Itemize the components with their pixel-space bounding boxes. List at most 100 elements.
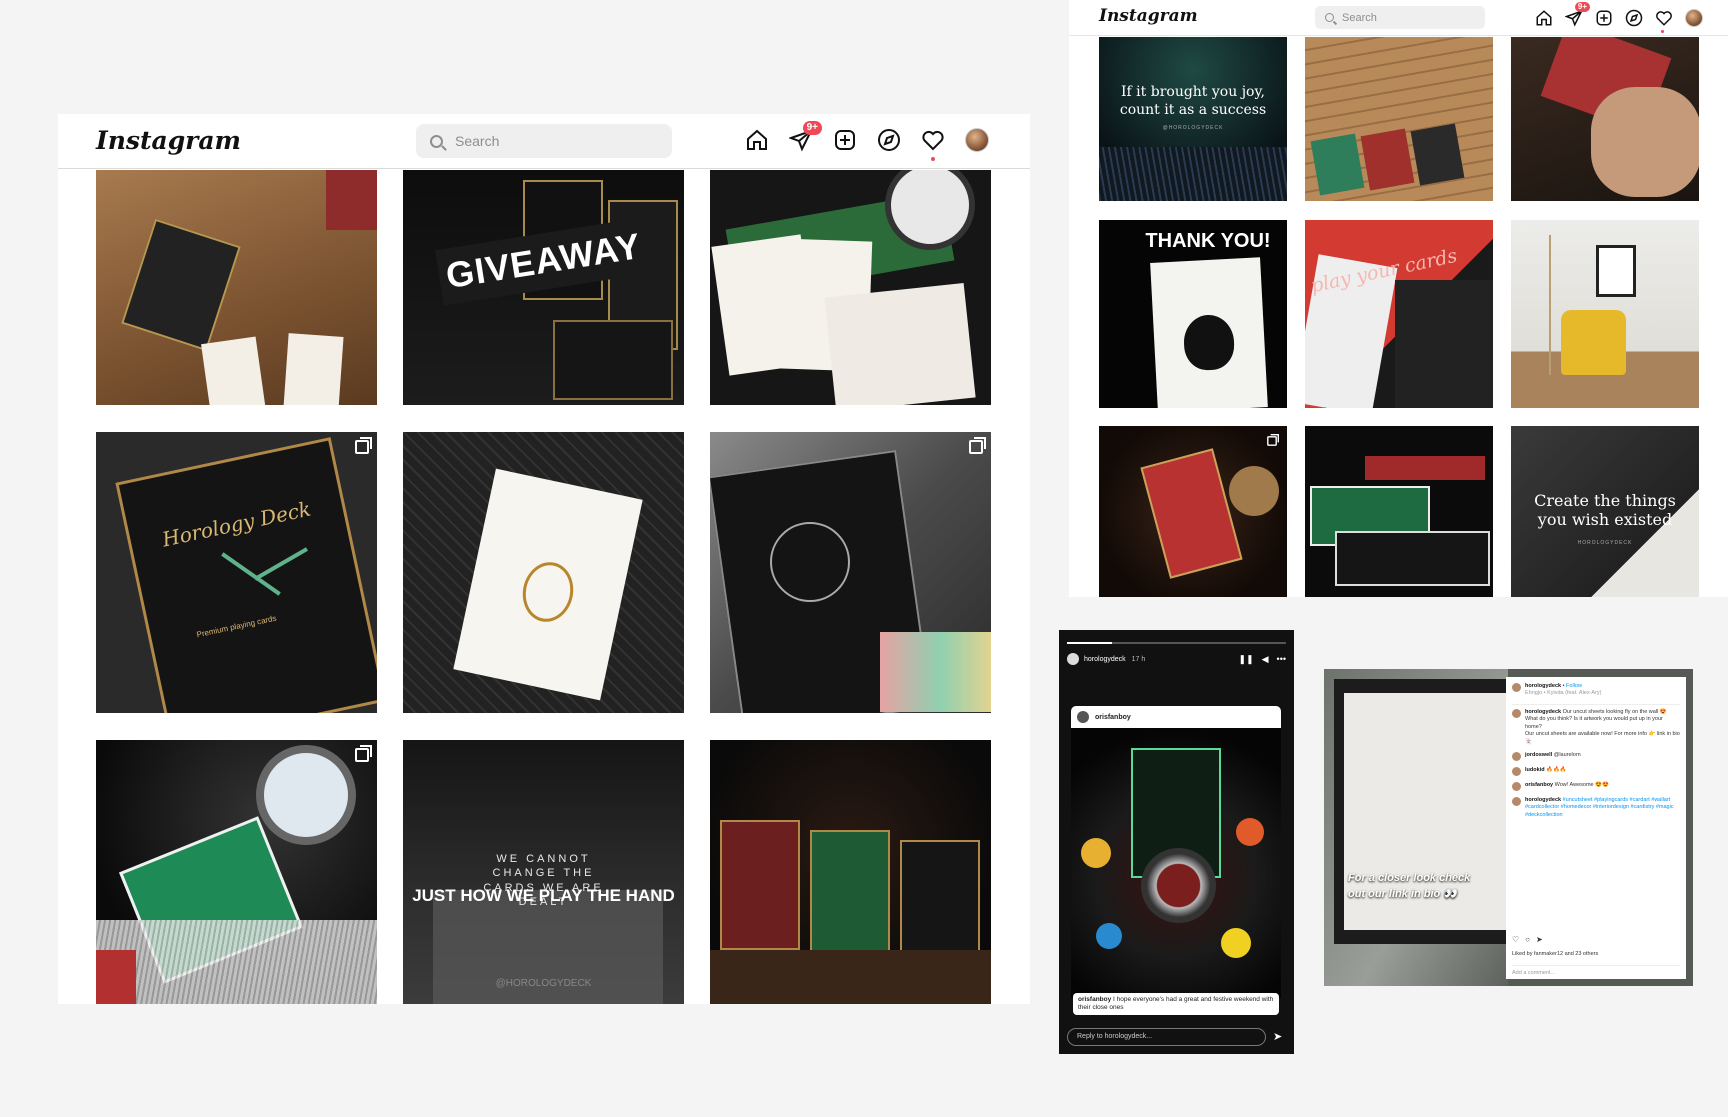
cta-line-2: out our link in bio 👀 [1348,887,1458,900]
post-comments-panel: horologydeck • Follow Ehngjo • Kyivda (f… [1506,677,1686,979]
carousel-icon [355,437,372,454]
post-actions: ♡ ○ ➤ [1512,935,1543,944]
instagram-logo[interactable]: Instagram [96,126,241,155]
framed-uncut-sheet [1334,679,1534,944]
grid-post-9[interactable] [710,740,991,1004]
avatar [1684,8,1703,27]
grid-post-5[interactable] [403,432,684,713]
mute-icon[interactable]: ◀ [1262,654,1269,665]
grid-post-s8[interactable] [1305,426,1493,597]
grid-post-s6[interactable] [1511,220,1699,408]
home-icon[interactable] [1533,7,1554,28]
shared-post-image[interactable] [1071,728,1281,998]
quote-handle: @HOROLOGYDECK [495,978,592,989]
grid-post-7[interactable] [96,740,377,1004]
top-nav-bar: Instagram Search 9+ [58,114,1030,169]
quote-line-2: JUST HOW WE PLAY THE HAND [412,886,675,905]
search-placeholder: Search [1342,11,1377,24]
share-icon[interactable]: ➤ [1536,935,1543,944]
avatar [1512,781,1521,791]
messages-badge: 9+ [802,121,822,135]
post-cta-text: For a closer look check out our link in … [1348,871,1470,903]
caption-author[interactable]: horologydeck [1525,709,1561,715]
search-placeholder: Search [455,133,500,149]
avatar [1512,751,1521,761]
search-input[interactable]: Search [416,124,672,158]
grid-post-3[interactable] [710,170,991,405]
explore-icon[interactable] [876,127,902,153]
post-detail-view: For a closer look check out our link in … [1324,669,1693,986]
joy-handle: @HOROLOGYDECK [1162,125,1224,131]
new-post-icon[interactable] [1593,7,1614,28]
grid-post-s3[interactable] [1511,37,1699,201]
post-caption-2: Our uncut sheets are available now! For … [1525,731,1680,745]
like-icon[interactable]: ♡ [1512,935,1519,944]
messages-icon[interactable]: 9+ [1563,2,1590,28]
comment-text: 🔥🔥🔥 [1546,766,1567,773]
comment-row: ludokid 🔥🔥🔥 [1512,766,1680,776]
liked-by[interactable]: Liked by fanmaker12 and 23 others [1512,951,1598,957]
grid-post-s2[interactable] [1305,37,1493,201]
avatar [1067,653,1079,665]
profile-avatar[interactable] [1683,7,1704,28]
top-nav-bar: Instagram Search 9+ [1069,0,1728,36]
carousel-icon [355,745,372,762]
comment-icon[interactable]: ○ [1525,935,1530,944]
activity-heart-icon[interactable] [1653,7,1674,33]
post-author[interactable]: horologydeck [1525,683,1561,689]
search-icon [1325,13,1334,22]
post-author-row: horologydeck • Follow Ehngjo • Kyivda (f… [1512,683,1680,698]
pause-icon[interactable]: ❚❚ [1239,654,1254,665]
story-controls: ❚❚ ◀ ••• [1239,654,1286,665]
grid-post-s4[interactable]: THANK YOU! [1099,220,1287,408]
carousel-icon [1267,434,1280,446]
messages-icon[interactable]: 9+ [788,121,822,153]
hashtag-row: horologydeck #uncutsheet #playingcards #… [1512,796,1680,819]
shared-post-header[interactable]: orisfanboy [1071,706,1281,728]
grid-post-s5[interactable]: play your cards [1305,220,1493,408]
messages-badge: 9+ [1574,2,1590,12]
avatar [1077,711,1089,723]
send-icon[interactable]: ➤ [1273,1030,1282,1043]
grid-post-2[interactable]: GIVEAWAY [403,170,684,405]
grid-post-s1[interactable]: If it brought you joy, count it as a suc… [1099,37,1287,201]
comment-row: jordoswell @laurelorn [1512,751,1680,761]
story-reply-input[interactable]: Reply to horologydeck... [1067,1028,1266,1046]
create-handle: HOROLOGYDECK [1577,540,1633,546]
search-input[interactable]: Search [1315,6,1485,29]
profile-grid-window-secondary: Instagram Search 9+ If it brought you jo… [1069,0,1728,597]
joy-quote: If it brought you joy, count it as a suc… [1119,84,1267,118]
comment-user: orisfanboy [1078,996,1112,1003]
profile-grid-window-main: Instagram Search 9+ GIVEAWAY Horology De… [58,114,1030,1004]
avatar [1512,766,1521,776]
new-post-icon[interactable] [832,127,858,153]
comment-text: Wow! Awesome 😍😍 [1554,781,1609,788]
home-icon[interactable] [744,127,770,153]
story-username[interactable]: horologydeck [1084,656,1126,663]
comment-user[interactable]: ludokid [1525,767,1545,773]
story-header: horologydeck 17 h ❚❚ ◀ ••• [1067,650,1286,668]
explore-icon[interactable] [1623,7,1644,28]
grid-post-s7[interactable] [1099,426,1287,597]
create-quote: Create the things you wish existed [1534,491,1676,530]
more-icon[interactable]: ••• [1277,654,1286,665]
grid-post-1[interactable] [96,170,377,405]
grid-post-s9[interactable]: Create the things you wish existed HOROL… [1511,426,1699,597]
grid-post-8[interactable]: WE CANNOT CHANGE THE CARDS WE ARE DEALT … [403,740,684,1004]
profile-avatar[interactable] [964,127,990,153]
post-location[interactable]: Ehngjo • Kyivda (feat. Alex-Ary) [1525,690,1602,696]
instagram-logo[interactable]: Instagram [1099,6,1198,26]
follow-button[interactable]: Follow [1566,683,1582,689]
activity-dot [931,157,935,161]
comment-user[interactable]: jordoswell [1525,752,1552,758]
add-comment-input[interactable]: Add a comment... [1512,965,1680,976]
story-time: 17 h [1131,655,1146,663]
avatar [1512,708,1521,718]
nav-icons: 9+ [1533,2,1704,33]
activity-heart-icon[interactable] [920,127,946,161]
grid-post-6[interactable] [710,432,991,713]
comment-user[interactable]: orisfanboy [1525,782,1553,788]
nav-icons: 9+ [744,121,990,161]
grid-post-4[interactable]: Horology Deck Premium playing cards [96,432,377,713]
hashtag-author[interactable]: horologydeck [1525,797,1561,803]
